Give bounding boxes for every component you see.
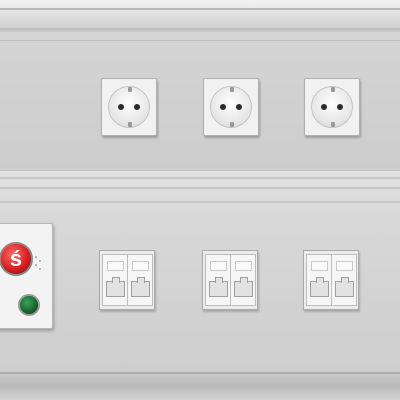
pin-hole [134,104,140,110]
rj45-jack-icon[interactable] [205,254,231,306]
schuko-socket-icon [210,86,252,128]
floor-box-photo: ś [0,0,400,400]
network-module-1 [99,250,155,310]
top-rail-groove [0,8,400,10]
earth-clip [128,87,132,92]
earth-clip [331,122,335,127]
bottom-rail [0,372,400,400]
control-module: ś [0,223,53,329]
rj45-jack-icon[interactable] [230,254,256,306]
vent-dots [35,256,43,270]
power-outlet-1[interactable] [101,78,157,136]
pin-hole [337,104,343,110]
rj45-jack-icon[interactable] [331,254,357,306]
pin-hole [118,104,124,110]
network-module-2 [202,250,258,310]
panel-groove [0,40,400,41]
pin-hole [236,104,242,110]
schuko-socket-icon [311,86,353,128]
pin-hole [220,104,226,110]
power-outlet-2[interactable] [203,78,259,136]
schuko-socket-icon [108,86,150,128]
earth-clip [331,87,335,92]
network-module-3 [303,250,359,310]
pin-hole [321,104,327,110]
rail-line [0,201,400,203]
middle-rail [0,170,400,214]
rj45-jack-icon[interactable] [127,254,153,306]
rail-line [0,177,400,179]
earth-clip [230,87,234,92]
earth-clip [230,122,234,127]
rj45-jack-icon[interactable] [306,254,332,306]
earth-clip [128,122,132,127]
power-outlet-3[interactable] [304,78,360,136]
rail-line [0,187,400,189]
stop-button-glyph: ś [9,246,23,271]
top-rail [0,0,400,30]
rj45-jack-icon[interactable] [102,254,128,306]
emergency-stop-button-icon[interactable]: ś [0,242,33,276]
status-light-icon [18,294,40,316]
